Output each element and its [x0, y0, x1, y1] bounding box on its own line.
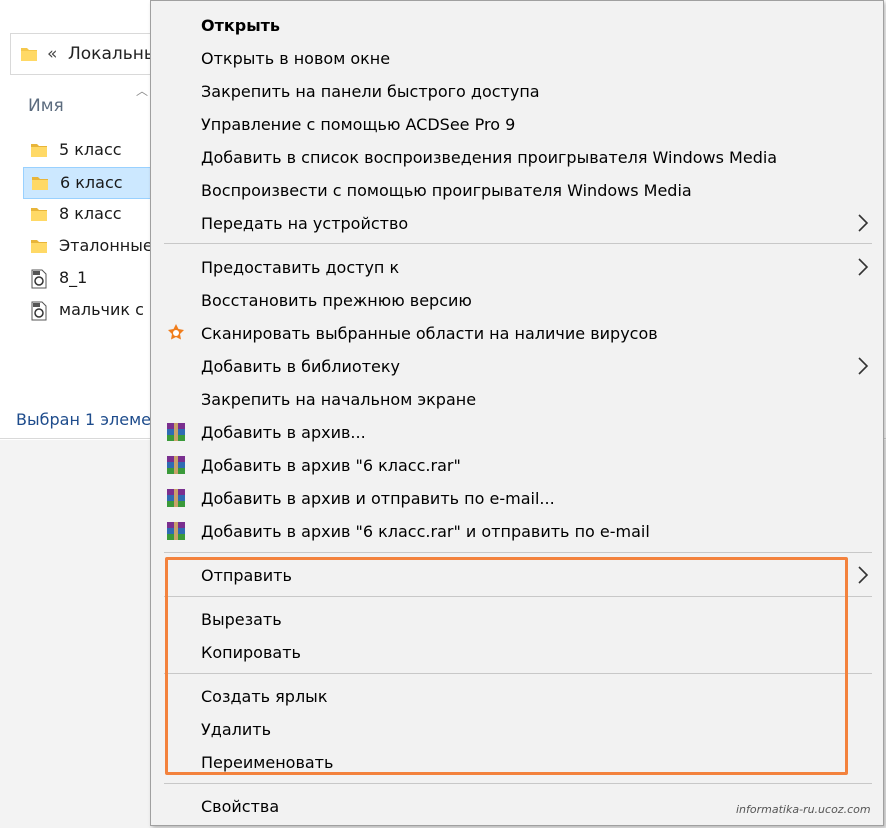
- file-item-selected[interactable]: 6 класс: [23, 167, 163, 199]
- file-item[interactable]: 8_1: [23, 263, 163, 295]
- menu-item-label: Удалить: [201, 720, 271, 739]
- winrar-icon: [167, 423, 185, 441]
- menu-item-label: Вырезать: [201, 610, 282, 629]
- image-file-icon: [30, 269, 48, 293]
- menu-item-label: Свойства: [201, 797, 280, 816]
- menu-item-label: Сканировать выбранные области на наличие…: [201, 324, 658, 343]
- avast-icon: [168, 324, 184, 340]
- menu-item-label: Добавить в архив...: [201, 423, 366, 442]
- address-separator: «: [47, 44, 58, 64]
- menu-item-label: Добавить в библиотеку: [201, 357, 400, 376]
- menu-separator: [164, 673, 872, 674]
- menu-item-add-to-rar[interactable]: Добавить в архив "6 класс.rar": [151, 449, 883, 482]
- menu-item-label: Добавить в архив "6 класс.rar" и отправи…: [201, 522, 650, 541]
- menu-item-restore-version[interactable]: Восстановить прежнюю версию: [151, 284, 883, 317]
- menu-item-label: Отправить: [201, 566, 292, 585]
- chevron-right-icon: [858, 258, 869, 276]
- menu-item-label: Закрепить на начальном экране: [201, 390, 477, 409]
- menu-item-send-to[interactable]: Отправить: [151, 559, 883, 592]
- context-menu: Открыть Открыть в новом окне Закрепить н…: [150, 0, 884, 826]
- menu-item-add-to-wmp-list[interactable]: Добавить в список воспроизведения проигр…: [151, 141, 883, 174]
- winrar-icon: [167, 456, 185, 474]
- menu-item-cast-to-device[interactable]: Передать на устройство: [151, 207, 883, 240]
- image-file-icon: [30, 301, 48, 325]
- column-header-name[interactable]: Имя: [28, 96, 64, 116]
- menu-item-label: Открыть в новом окне: [201, 49, 391, 68]
- menu-item-copy[interactable]: Копировать: [151, 636, 883, 669]
- menu-item-label: Создать ярлык: [201, 687, 328, 706]
- file-item[interactable]: 8 класс: [23, 199, 163, 231]
- chevron-right-icon: [858, 214, 869, 232]
- file-item[interactable]: Эталонные: [23, 231, 163, 263]
- menu-item-label: Переименовать: [201, 753, 334, 772]
- file-item[interactable]: 5 класс: [23, 135, 163, 167]
- file-item-label: 6 класс: [60, 173, 123, 192]
- menu-item-label: Предоставить доступ к: [201, 258, 400, 277]
- file-item[interactable]: мальчик с к: [23, 295, 163, 327]
- menu-separator: [164, 596, 872, 597]
- menu-item-add-to-archive[interactable]: Добавить в архив...: [151, 416, 883, 449]
- sort-up-icon: ︿: [136, 84, 149, 98]
- menu-item-label: Передать на устройство: [201, 214, 409, 233]
- watermark: informatika-ru.ucoz.com: [736, 803, 871, 816]
- menu-item-rename[interactable]: Переименовать: [151, 746, 883, 779]
- menu-item-label: Управление с помощью ACDSee Pro 9: [201, 115, 516, 134]
- menu-item-delete[interactable]: Удалить: [151, 713, 883, 746]
- menu-item-label: Добавить в архив и отправить по e-mail..…: [201, 489, 555, 508]
- folder-icon: [20, 45, 38, 67]
- menu-item-label: Добавить в архив "6 класс.rar": [201, 456, 461, 475]
- folder-icon: [30, 205, 48, 227]
- folder-icon: [30, 141, 48, 163]
- menu-item-play-wmp[interactable]: Воспроизвести с помощью проигрывателя Wi…: [151, 174, 883, 207]
- file-item-label: 8 класс: [59, 204, 122, 223]
- menu-item-archive-and-email[interactable]: Добавить в архив и отправить по e-mail..…: [151, 482, 883, 515]
- menu-item-pin-quick-access[interactable]: Закрепить на панели быстрого доступа: [151, 75, 883, 108]
- menu-item-label: Закрепить на панели быстрого доступа: [201, 82, 540, 101]
- menu-item-open[interactable]: Открыть: [151, 9, 883, 42]
- menu-separator: [164, 243, 872, 244]
- chevron-right-icon: [858, 566, 869, 584]
- menu-item-label: Восстановить прежнюю версию: [201, 291, 472, 310]
- menu-item-open-new-window[interactable]: Открыть в новом окне: [151, 42, 883, 75]
- menu-item-acdsee[interactable]: Управление с помощью ACDSee Pro 9: [151, 108, 883, 141]
- menu-item-label: Добавить в список воспроизведения проигр…: [201, 148, 778, 167]
- menu-item-create-shortcut[interactable]: Создать ярлык: [151, 680, 883, 713]
- menu-item-rar-and-email[interactable]: Добавить в архив "6 класс.rar" и отправи…: [151, 515, 883, 548]
- file-item-label: 5 класс: [59, 140, 122, 159]
- menu-item-scan-viruses[interactable]: Сканировать выбранные области на наличие…: [151, 317, 883, 350]
- menu-item-label: Открыть: [201, 16, 281, 35]
- file-item-label: мальчик с к: [59, 300, 159, 319]
- menu-item-add-to-library[interactable]: Добавить в библиотеку: [151, 350, 883, 383]
- menu-item-pin-start[interactable]: Закрепить на начальном экране: [151, 383, 883, 416]
- chevron-right-icon: [858, 357, 869, 375]
- menu-separator: [164, 783, 872, 784]
- folder-icon: [31, 174, 49, 196]
- menu-separator: [164, 552, 872, 553]
- file-item-label: 8_1: [59, 268, 88, 287]
- winrar-icon: [167, 489, 185, 507]
- winrar-icon: [167, 522, 185, 540]
- menu-item-give-access[interactable]: Предоставить доступ к: [151, 251, 883, 284]
- menu-item-label: Воспроизвести с помощью проигрывателя Wi…: [201, 181, 692, 200]
- status-bar-text: Выбран 1 элемент: [16, 410, 171, 429]
- menu-item-label: Копировать: [201, 643, 301, 662]
- menu-item-cut[interactable]: Вырезать: [151, 603, 883, 636]
- file-item-label: Эталонные: [59, 236, 153, 255]
- folder-icon: [30, 237, 48, 259]
